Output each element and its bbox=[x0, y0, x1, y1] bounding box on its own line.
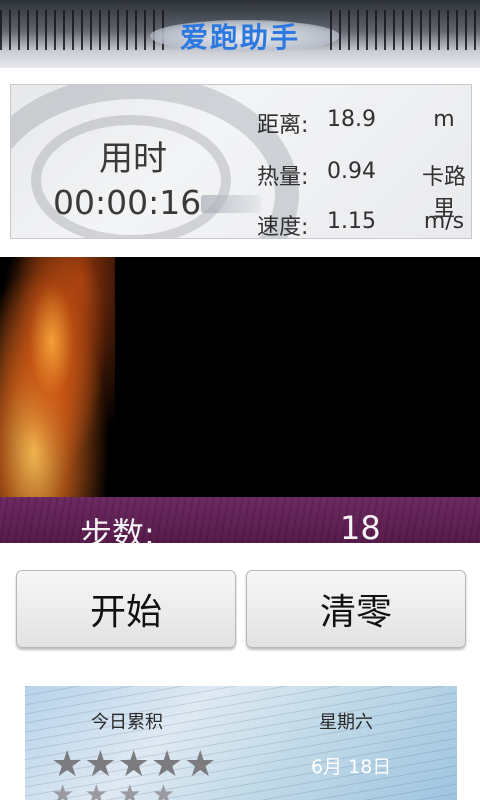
steps-label: 步数: bbox=[80, 515, 155, 543]
elapsed-time-value: 00:00:16 bbox=[53, 183, 202, 222]
distance-unit: m bbox=[433, 107, 455, 132]
app-title: 爱跑助手 bbox=[179, 21, 300, 54]
star-rating-icon-row2: ★ ★ ★ ★ bbox=[51, 780, 177, 800]
weekday-label: 星期六 bbox=[319, 712, 373, 733]
star-rating-icon: ★★★★★ bbox=[51, 744, 218, 785]
calories-label: 热量: bbox=[257, 165, 309, 190]
stats-panel: 用时 00:00:16 距离: 18.9 m 热量: 0.94 卡路里 速度: … bbox=[10, 84, 472, 239]
flame-animation-area bbox=[0, 257, 480, 497]
start-button[interactable]: 开始 bbox=[16, 570, 236, 648]
reset-button[interactable]: 清零 bbox=[246, 570, 466, 648]
today-total-label: 今日累积 bbox=[91, 712, 163, 733]
steps-value: 18 bbox=[340, 509, 381, 543]
daily-summary-card: 今日累积 星期六 6月 18日 ★★★★★ ★ ★ ★ ★ bbox=[25, 686, 457, 800]
speed-unit: m/s bbox=[423, 209, 465, 234]
speed-label: 速度: bbox=[257, 215, 309, 239]
distance-label: 距离: bbox=[257, 113, 309, 138]
grass-decoration bbox=[0, 497, 480, 543]
steps-bar: 步数: 18 bbox=[0, 497, 480, 543]
dial-bar-decoration bbox=[201, 195, 261, 213]
app-header: 爱跑助手 bbox=[0, 0, 480, 68]
flame-image bbox=[0, 257, 115, 497]
speed-value: 1.15 bbox=[327, 209, 376, 234]
elapsed-time-label: 用时 bbox=[99, 139, 167, 179]
calories-value: 0.94 bbox=[327, 159, 376, 184]
date-label: 6月 18日 bbox=[311, 756, 392, 778]
distance-value: 18.9 bbox=[327, 107, 376, 132]
